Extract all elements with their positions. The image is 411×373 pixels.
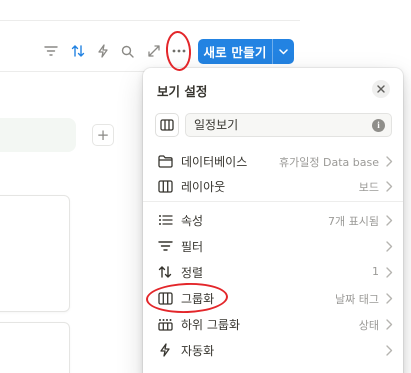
menu-item-database[interactable]: 데이터베이스 휴가일정 Data base	[143, 148, 403, 174]
menu-item-label: 레이아웃	[181, 180, 226, 194]
filter-icon	[156, 237, 174, 255]
grid-icon	[156, 315, 174, 333]
automation-icon[interactable]	[94, 42, 112, 60]
menu-item-subgroup[interactable]: 하위 그룹화 상태	[143, 311, 403, 337]
menu-item-value: 보드	[358, 181, 379, 194]
menu-item-layout[interactable]: 레이아웃 보드	[143, 173, 403, 199]
annotation-circle-more	[164, 30, 193, 72]
menu-item-label: 자동화	[181, 344, 215, 358]
chevron-right-icon	[386, 156, 393, 167]
menu-item-value: 휴가일정 Data base	[279, 156, 379, 169]
menu-item-label: 데이터베이스	[181, 155, 248, 169]
chevron-right-icon	[386, 181, 393, 192]
menu-item-label: 속성	[181, 214, 204, 228]
chevron-down-icon[interactable]	[273, 48, 294, 55]
info-icon[interactable]: i	[372, 119, 385, 132]
new-button-label: 새로 만들기	[203, 45, 267, 60]
chevron-right-icon	[386, 267, 393, 278]
board-group-header[interactable]	[0, 118, 76, 152]
expand-icon[interactable]	[145, 42, 163, 60]
board-layout-icon	[156, 177, 174, 195]
menu-item-label: 하위 그룹화	[181, 318, 241, 332]
menu-item-value: 날짜 태그	[335, 293, 379, 306]
list-icon	[156, 211, 174, 229]
board-card[interactable]	[0, 195, 70, 312]
board-card[interactable]	[0, 322, 70, 373]
view-name-value: 일정보기	[194, 118, 239, 132]
menu-item-value: 7개 표시됨	[328, 215, 379, 228]
menu-item-value: 1	[372, 265, 379, 278]
chevron-right-icon	[386, 293, 393, 304]
new-button[interactable]: 새로 만들기	[198, 39, 294, 64]
view-settings-menu: 보기 설정 일정보기 i 데이터베이스 휴가일정 Data base 레이아웃 …	[143, 68, 403, 373]
top-divider	[0, 20, 300, 21]
sort-icon[interactable]	[69, 42, 87, 60]
menu-item-automation[interactable]: 자동화	[143, 337, 403, 363]
view-name-input[interactable]: 일정보기 i	[185, 113, 392, 137]
search-icon[interactable]	[118, 42, 136, 60]
close-icon[interactable]	[372, 80, 390, 98]
menu-item-label: 필터	[181, 240, 204, 254]
menu-item-value: 상태	[358, 319, 379, 332]
sort-icon	[156, 263, 174, 281]
chevron-right-icon	[386, 319, 393, 330]
menu-item-sort[interactable]: 정렬 1	[143, 259, 403, 285]
chevron-right-icon	[386, 215, 393, 226]
filter-icon[interactable]	[42, 42, 60, 60]
menu-title: 보기 설정	[157, 84, 208, 99]
view-icon-button[interactable]	[155, 113, 179, 137]
menu-item-filter[interactable]: 필터	[143, 233, 403, 259]
menu-item-properties[interactable]: 속성 7개 표시됨	[143, 207, 403, 233]
chevron-right-icon	[386, 241, 393, 252]
folder-icon	[156, 152, 174, 170]
menu-item-label: 정렬	[181, 266, 204, 280]
chevron-right-icon	[386, 345, 393, 356]
menu-divider	[143, 201, 403, 202]
add-group-button[interactable]: +	[92, 124, 114, 146]
automation-icon	[156, 341, 174, 359]
